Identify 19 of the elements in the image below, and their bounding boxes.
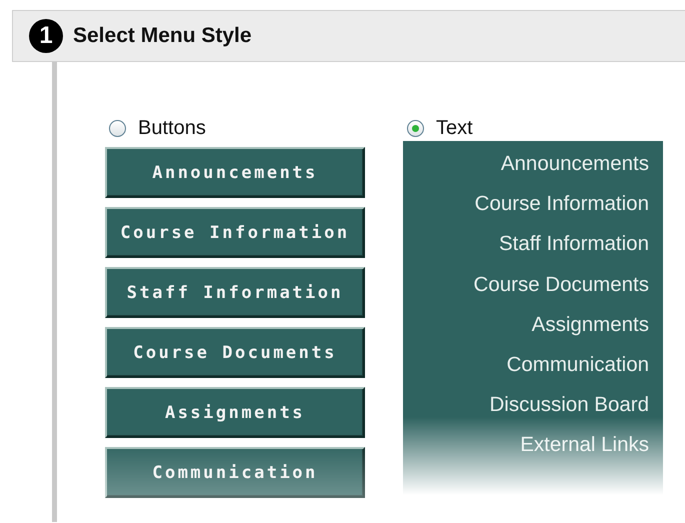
menu-button[interactable]: Course Information — [105, 207, 365, 258]
radio-button[interactable] — [407, 120, 424, 136]
menu-link[interactable]: Course Information — [474, 189, 649, 230]
menu-link[interactable]: Communication — [506, 350, 649, 390]
menu-button[interactable]: Assignments — [105, 387, 365, 438]
menu-link[interactable]: Discussion Board — [489, 390, 649, 430]
radio-label: Text — [436, 116, 473, 140]
section-title: Select Menu Style — [73, 24, 252, 48]
menu-link[interactable]: Course Documents — [474, 270, 649, 310]
menu-button[interactable]: Staff Information — [105, 267, 365, 318]
menu-button[interactable]: Announcements — [105, 147, 365, 198]
step-number: 1 — [29, 19, 63, 53]
menu-link[interactable]: Announcements — [500, 149, 649, 190]
menu-link[interactable]: Assignments — [532, 310, 649, 350]
menu-link[interactable]: Staff Information — [498, 229, 649, 270]
menu-button[interactable]: Course Documents — [105, 327, 365, 378]
radio-button[interactable] — [109, 120, 126, 136]
radio-label: Buttons — [138, 116, 206, 140]
menu-button[interactable]: Communication — [105, 447, 365, 498]
